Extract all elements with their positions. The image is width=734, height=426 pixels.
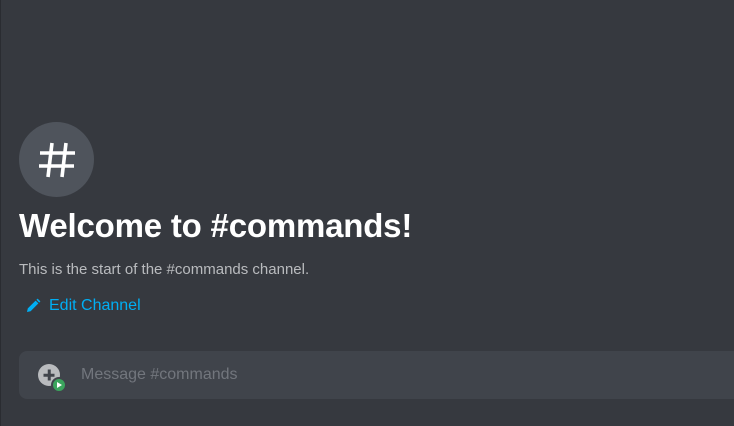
message-composer [19, 351, 734, 399]
edit-channel-label: Edit Channel [49, 297, 141, 314]
attach-button[interactable] [38, 364, 67, 393]
play-badge-icon [51, 377, 67, 393]
edit-channel-button[interactable]: Edit Channel [25, 297, 141, 315]
hashtag-icon [38, 142, 75, 177]
welcome-title: Welcome to #commands! [19, 207, 413, 244]
chat-area: Welcome to #commands! This is the start … [0, 0, 734, 426]
divider [0, 0, 1, 426]
pencil-icon [27, 298, 41, 312]
message-input[interactable] [81, 351, 721, 399]
channel-avatar [19, 122, 94, 197]
welcome-subtitle: This is the start of the #commands chann… [19, 261, 310, 278]
